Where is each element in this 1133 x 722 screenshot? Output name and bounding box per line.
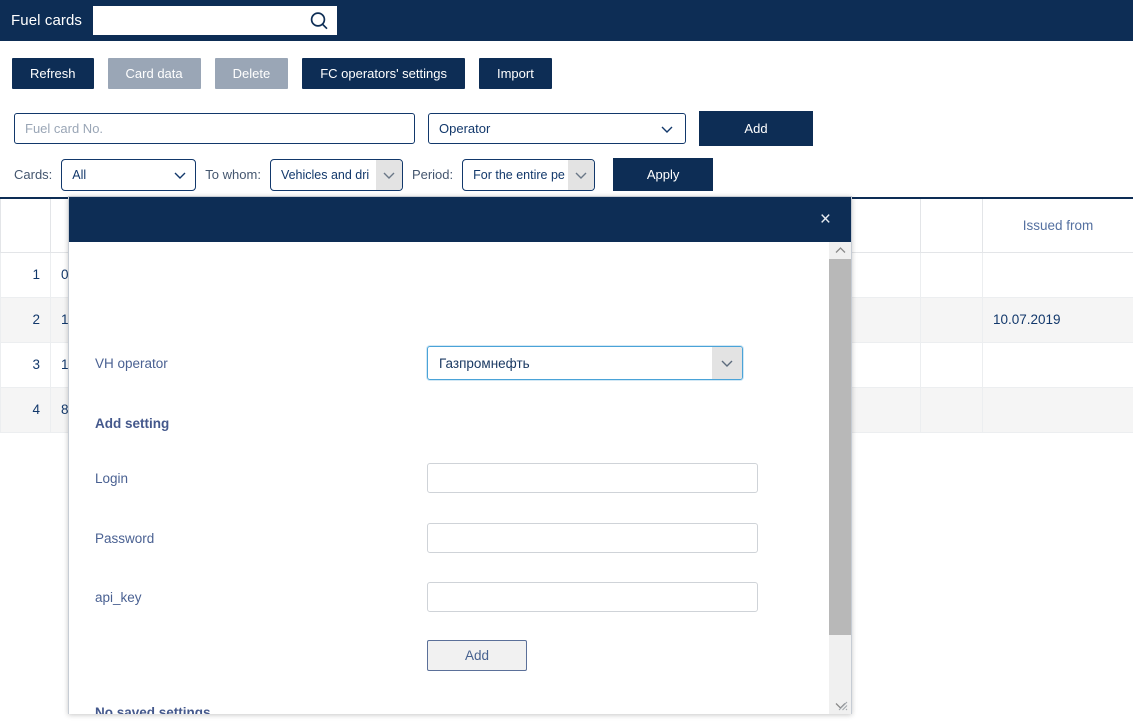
api-key-label: api_key (95, 589, 142, 605)
cell-issued-from (982, 386, 1133, 433)
cards-filter-select[interactable]: All (61, 158, 197, 191)
vh-operator-arrow (712, 347, 742, 379)
chevron-down-icon (721, 360, 733, 367)
no-saved-settings-text: No saved settings (95, 705, 211, 714)
cell-issued-from: 10.07.2019 (982, 296, 1133, 343)
operator-select-value: Operator (439, 121, 491, 136)
scrollbar-track[interactable] (829, 259, 851, 697)
cell-blank (920, 386, 983, 433)
no-saved-settings-row: No saved settings (95, 705, 825, 714)
to-whom-filter-arrow (375, 159, 402, 190)
dialog-scrollbar[interactable] (828, 242, 851, 714)
cell-index: 4 (0, 386, 51, 433)
cell-blank (920, 251, 983, 298)
app-header: Fuel cards (0, 0, 1133, 41)
col-header-blank[interactable] (920, 197, 983, 253)
api-key-input[interactable] (427, 582, 758, 612)
to-whom-filter-label: To whom: (205, 167, 261, 182)
dialog-content: VH operator Газпромнефть Add setting Log… (69, 242, 825, 714)
col-header-index[interactable] (0, 197, 51, 253)
add-card-button[interactable]: Add (699, 111, 813, 146)
chevron-down-icon (575, 172, 587, 179)
card-data-button[interactable]: Card data (107, 57, 201, 89)
cell-issued-from (982, 341, 1133, 388)
chevron-up-icon (835, 247, 846, 253)
add-card-row: Operator Add (0, 105, 1133, 152)
import-button[interactable]: Import (478, 57, 552, 89)
cell-index: 1 (0, 251, 51, 298)
cell-index: 3 (0, 341, 51, 388)
login-input[interactable] (427, 463, 758, 493)
cell-issued-from (982, 251, 1133, 298)
col-header-issued-from[interactable]: Issued from (982, 197, 1133, 253)
vh-operator-row: VH operator Газпромнефть (95, 346, 825, 380)
filter-row: Cards: All To whom: Vehicles and dri Per… (0, 152, 1133, 197)
period-filter-select[interactable]: For the entire pe (462, 158, 596, 191)
add-setting-title-row: Add setting (95, 416, 825, 431)
password-input[interactable] (427, 523, 758, 553)
dialog-add-button[interactable]: Add (427, 640, 527, 671)
fc-operators-settings-button[interactable]: FC operators' settings (302, 57, 465, 89)
dialog-add-row: Add (95, 640, 825, 671)
apply-filters-button[interactable]: Apply (613, 158, 714, 191)
chevron-down-icon (661, 126, 673, 133)
add-setting-title: Add setting (95, 416, 170, 431)
search-box[interactable] (93, 6, 338, 35)
cell-index: 2 (0, 296, 51, 343)
to-whom-filter-value: Vehicles and dri (280, 167, 370, 182)
cards-filter-label: Cards: (14, 167, 53, 182)
password-row: Password (95, 523, 825, 553)
delete-button[interactable]: Delete (214, 57, 289, 89)
app-root: Fuel cards Refresh Card data Delete FC o… (0, 0, 1133, 722)
period-filter-arrow (568, 159, 595, 190)
close-icon[interactable]: × (814, 209, 837, 230)
search-input[interactable] (93, 6, 338, 35)
scrollbar-up-button[interactable] (829, 242, 851, 259)
page-title: Fuel cards (11, 12, 83, 29)
login-row: Login (95, 463, 825, 493)
resize-grip-icon[interactable] (835, 698, 848, 711)
vh-operator-select[interactable]: Газпромнефть (427, 346, 743, 380)
chevron-down-icon (174, 172, 186, 179)
fc-operator-settings-dialog: × VH operator Газпромнефть Add setting L… (68, 196, 852, 714)
dialog-body: VH operator Газпромнефть Add setting Log… (69, 242, 851, 714)
operator-select[interactable]: Operator (428, 113, 686, 144)
cards-filter-value: All (72, 167, 87, 182)
vh-operator-label: VH operator (95, 355, 168, 371)
cell-blank (920, 296, 983, 343)
vh-operator-value: Газпромнефть (439, 355, 530, 371)
cell-blank (920, 341, 983, 388)
cards-filter-arrow (165, 160, 195, 190)
chevron-down-icon (383, 172, 395, 179)
fuel-card-no-input[interactable] (14, 113, 415, 144)
login-label: Login (95, 470, 129, 486)
api-key-row: api_key (95, 582, 825, 612)
refresh-button[interactable]: Refresh (12, 57, 94, 89)
period-filter-value: For the entire pe (473, 167, 565, 182)
scrollbar-thumb[interactable] (829, 259, 851, 635)
password-label: Password (95, 530, 155, 546)
period-filter-label: Period: (411, 167, 454, 182)
dialog-header: × (69, 197, 851, 242)
action-toolbar: Refresh Card data Delete FC operators' s… (0, 41, 1133, 105)
to-whom-filter-select[interactable]: Vehicles and dri (269, 158, 403, 191)
